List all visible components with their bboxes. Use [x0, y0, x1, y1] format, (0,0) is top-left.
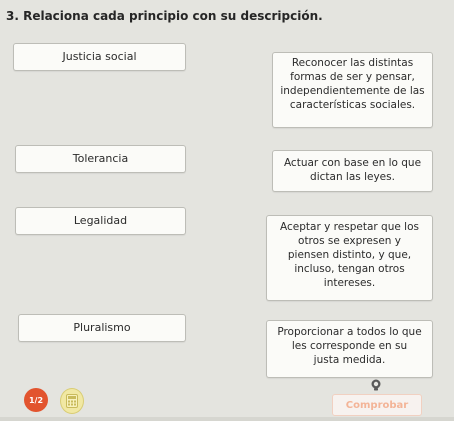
description-card-1[interactable]: Reconocer las distintas formas de ser y …	[272, 52, 433, 128]
description-line: características sociales.	[289, 99, 416, 111]
description-card-3[interactable]: Aceptar y respetar que los otros se expr…	[266, 215, 433, 301]
lightbulb-icon[interactable]	[370, 376, 382, 391]
description-card-4[interactable]: Proporcionar a todos lo que les correspo…	[266, 320, 433, 378]
description-card-2[interactable]: Actuar con base en lo que dictan las ley…	[272, 150, 433, 192]
description-line: otros se expresen y	[298, 235, 401, 247]
page-indicator: 1/2	[24, 388, 48, 412]
lightbulb-icon-glyph	[371, 379, 381, 391]
term-pluralismo[interactable]: Pluralismo	[18, 314, 186, 342]
footer-divider	[0, 417, 454, 421]
description-line: Aceptar y respetar que los	[280, 221, 419, 233]
description-line: incluso, tengan otros	[294, 263, 405, 275]
term-tolerancia[interactable]: Tolerancia	[15, 145, 186, 173]
term-legalidad[interactable]: Legalidad	[15, 207, 186, 235]
description-line: Actuar con base en lo que	[283, 157, 422, 169]
description-line: justa medida.	[313, 354, 386, 366]
calculator-icon-glyph	[66, 394, 78, 408]
term-label: Tolerancia	[72, 152, 129, 165]
description-line: intereses.	[323, 277, 376, 289]
term-label: Legalidad	[73, 214, 128, 227]
check-button[interactable]: Comprobar	[332, 394, 422, 416]
description-line: Reconocer las distintas	[291, 57, 414, 69]
calculator-icon[interactable]	[60, 388, 84, 414]
term-label: Pluralismo	[73, 321, 131, 334]
term-justicia-social[interactable]: Justicia social	[13, 43, 186, 71]
description-line: les corresponde en su	[291, 340, 408, 352]
description-line: piensen distinto, y que,	[287, 249, 412, 261]
description-line: Proporcionar a todos lo que	[277, 326, 422, 338]
description-line: independientemente de las	[280, 85, 425, 97]
description-line: dictan las leyes.	[310, 171, 395, 183]
question-title: 3. Relaciona cada principio con su descr…	[6, 9, 323, 23]
description-line: formas de ser y pensar,	[290, 71, 415, 83]
term-label: Justicia social	[62, 50, 137, 63]
